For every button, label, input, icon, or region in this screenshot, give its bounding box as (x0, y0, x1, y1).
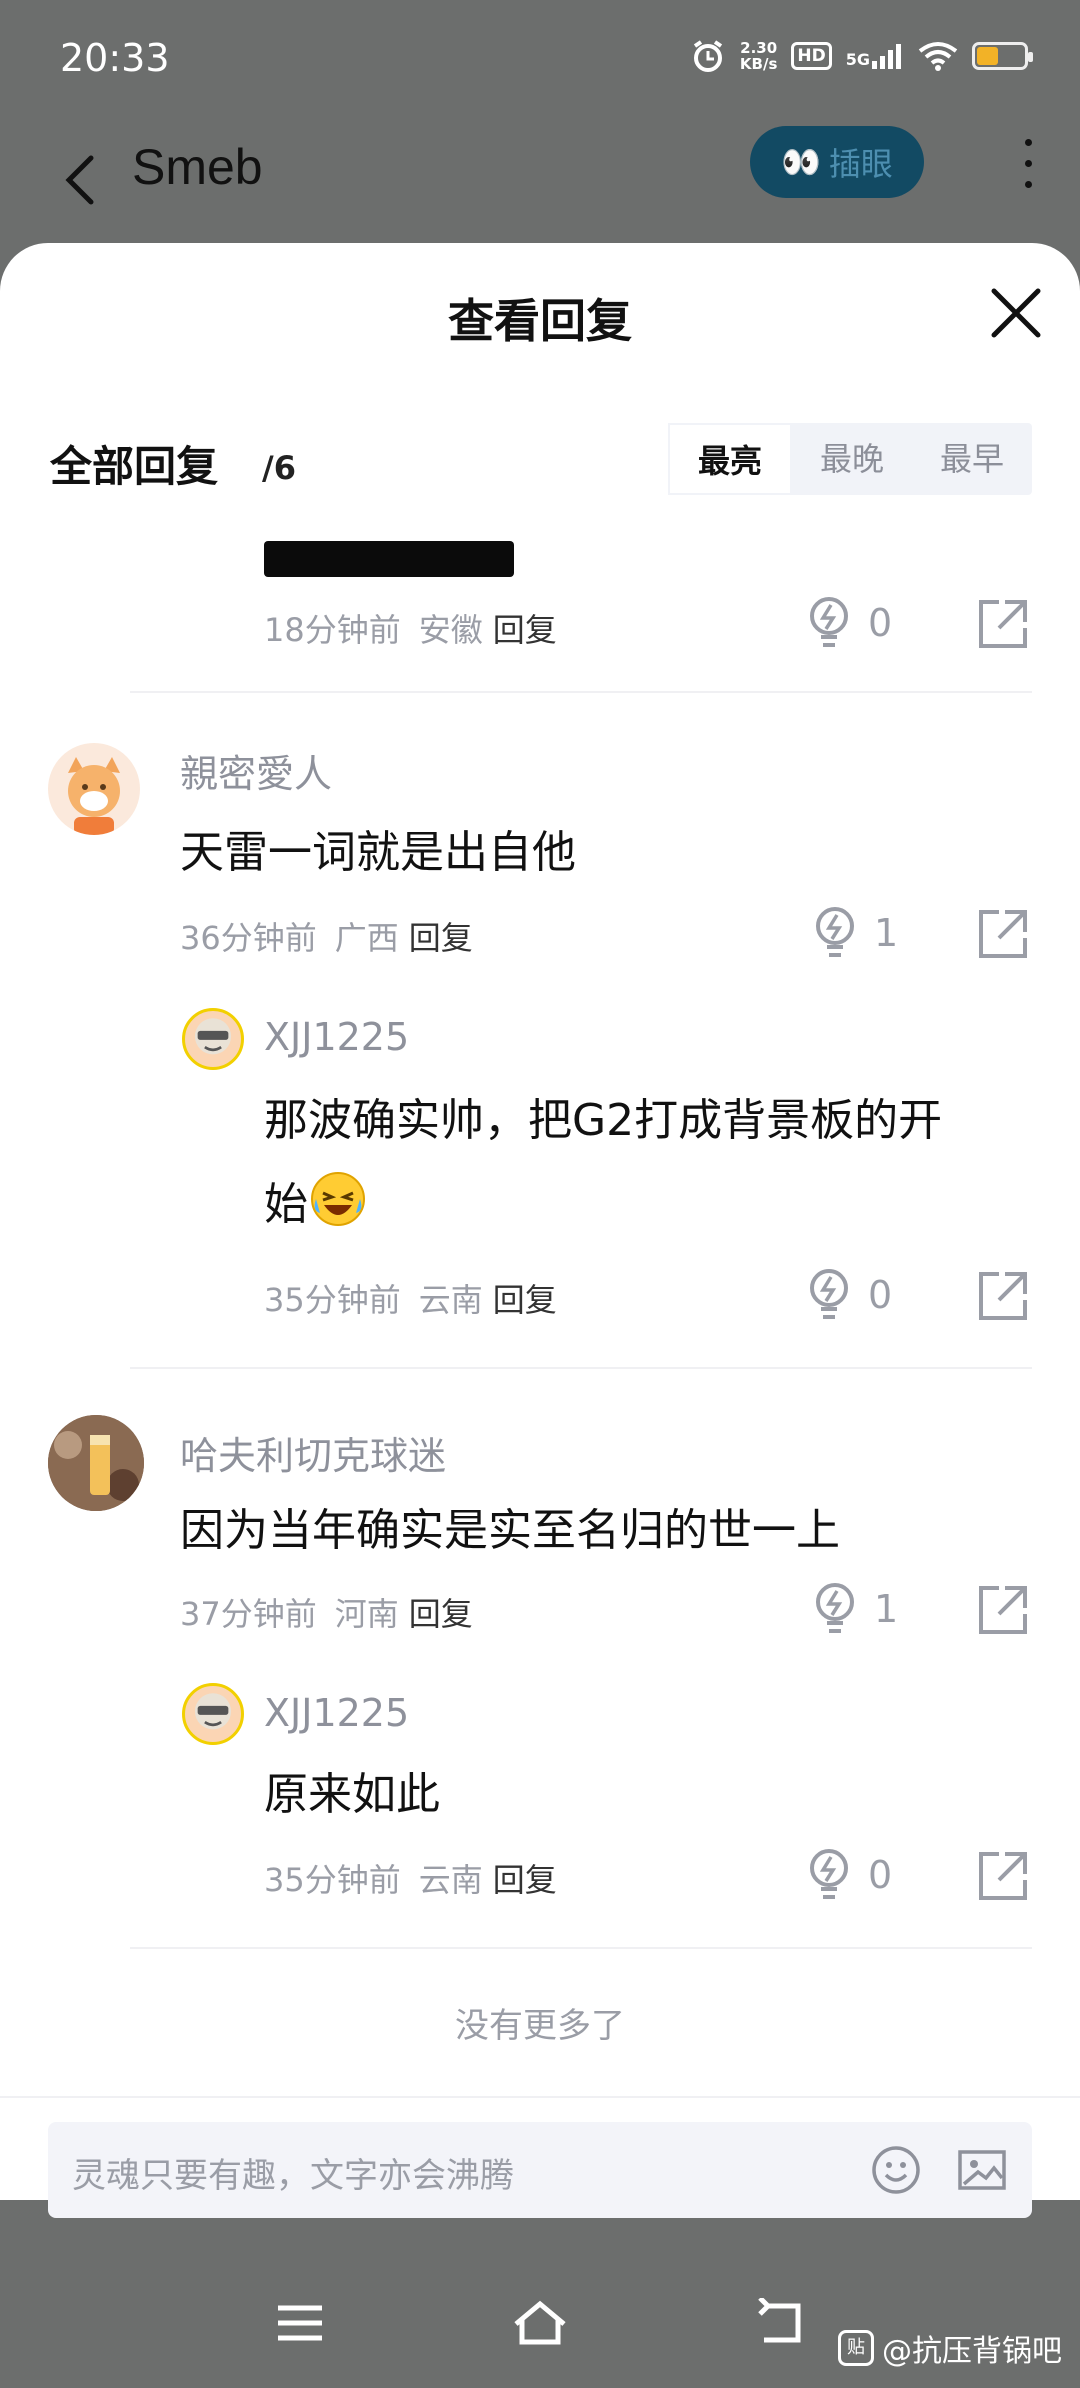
divider (130, 691, 1032, 693)
reply-count: /6 (262, 449, 296, 487)
back-arrow-icon[interactable] (55, 138, 105, 218)
username[interactable]: 親密愛人 (180, 743, 332, 798)
comment-text: 那波确实帅，把G2打成背景板的开 始 (264, 1095, 943, 1230)
wifi-icon (918, 42, 958, 71)
like-count: 0 (868, 601, 893, 645)
comment-meta: 35分钟前 云南 回复 (264, 1861, 557, 1899)
like-button[interactable]: 0 (806, 593, 892, 653)
comment-text: 原来如此 (264, 1769, 440, 1820)
close-icon[interactable] (986, 283, 1046, 343)
comment-input[interactable]: 灵魂只要有趣，文字亦会沸腾 (48, 2122, 1032, 2218)
emoji-icon[interactable] (870, 2144, 922, 2196)
peek-label: 插眼 (828, 145, 893, 183)
redacted-content (264, 541, 514, 577)
page-title: Smeb (132, 139, 263, 195)
watermark-text: @抗压背锅吧 (882, 2334, 1062, 2369)
lightbulb-icon (810, 1269, 848, 1319)
all-replies-heading: 全部回复 (50, 442, 219, 491)
watermark: 贴 @抗压背锅吧 (838, 2326, 1062, 2370)
top-nav-bar: Smeb 👀 插眼 (0, 118, 1080, 243)
comment-input-bar: 灵魂只要有趣，文字亦会沸腾 (0, 2096, 1080, 2218)
comment-meta: 37分钟前 河南 回复 (180, 1595, 473, 1633)
peek-button[interactable]: 👀 插眼 (750, 126, 924, 198)
like-button[interactable]: 1 (812, 903, 898, 963)
divider (130, 1367, 1032, 1369)
lightbulb-icon (810, 1849, 848, 1899)
reply-sheet: 查看回复 全部回复 /6 最亮 最晚 最早 18分钟前 安徽 回复 0 親密愛人 天… (0, 243, 1080, 2218)
like-count: 1 (874, 911, 899, 955)
comment-meta: 35分钟前 云南 回复 (264, 1281, 557, 1319)
network-speed: 2.30 KB/s (739, 39, 778, 73)
lightbulb-icon (816, 1583, 854, 1633)
divider (130, 1947, 1032, 1949)
lightbulb-icon (816, 907, 854, 957)
share-icon[interactable] (975, 1582, 1031, 1638)
avatar[interactable] (48, 743, 140, 835)
reply-link[interactable]: 回复 (493, 1861, 557, 1899)
username[interactable]: XJJ1225 (264, 1015, 409, 1059)
sort-tabs: 最亮 最晚 最早 (668, 423, 1032, 495)
comment-meta: 18分钟前 安徽 回复 (264, 611, 557, 649)
input-placeholder: 灵魂只要有趣，文字亦会沸腾 (72, 2156, 514, 2196)
like-count: 0 (868, 1853, 893, 1897)
avatar[interactable] (182, 1683, 244, 1745)
avatar[interactable] (182, 1008, 244, 1070)
comment-text: 天雷一词就是出自他 (180, 827, 576, 878)
share-icon[interactable] (975, 596, 1031, 652)
reply-link[interactable]: 回复 (493, 1281, 557, 1319)
no-more-text: 没有更多了 (455, 2006, 625, 2046)
status-time: 20:33 (60, 36, 170, 80)
status-icons: 2.30 KB/s HD 5G (690, 38, 1033, 74)
battery-icon (972, 42, 1033, 70)
tieba-logo-icon: 贴 (838, 2330, 874, 2366)
more-options-icon[interactable] (1016, 133, 1040, 203)
home-icon[interactable] (510, 2298, 570, 2348)
like-count: 1 (874, 1587, 899, 1631)
tab-earliest[interactable]: 最早 (912, 423, 1032, 495)
share-icon[interactable] (975, 906, 1031, 962)
share-icon[interactable] (975, 1848, 1031, 1904)
reply-link[interactable]: 回复 (409, 1595, 473, 1633)
status-bar: 20:33 2.30 KB/s HD 5G (0, 0, 1080, 118)
lightbulb-icon (810, 597, 848, 647)
username[interactable]: 哈夫利切克球迷 (180, 1425, 446, 1480)
signal-icon: 5G (846, 43, 904, 69)
like-button[interactable]: 0 (806, 1265, 892, 1325)
comment-meta: 36分钟前 广西 回复 (180, 919, 473, 957)
avatar[interactable] (48, 1415, 144, 1511)
reply-link[interactable]: 回复 (493, 611, 557, 649)
username[interactable]: XJJ1225 (264, 1691, 409, 1735)
laughing-emoji-icon (311, 1172, 365, 1226)
tab-hottest[interactable]: 最亮 (668, 423, 792, 495)
back-nav-icon[interactable] (750, 2298, 810, 2348)
share-icon[interactable] (975, 1268, 1031, 1324)
comment-text: 因为当年确实是实至名归的世一上 (180, 1505, 840, 1556)
eyes-icon: 👀 (781, 143, 821, 181)
like-count: 0 (868, 1273, 893, 1317)
tab-latest[interactable]: 最晚 (792, 423, 912, 495)
sheet-title: 查看回复 (448, 294, 632, 348)
reply-link[interactable]: 回复 (409, 919, 473, 957)
like-button[interactable]: 0 (806, 1845, 892, 1905)
alarm-icon (693, 40, 723, 72)
hd-icon: HD (791, 42, 832, 70)
menu-icon[interactable] (270, 2298, 330, 2348)
image-icon[interactable] (956, 2144, 1008, 2196)
like-button[interactable]: 1 (812, 1579, 898, 1639)
